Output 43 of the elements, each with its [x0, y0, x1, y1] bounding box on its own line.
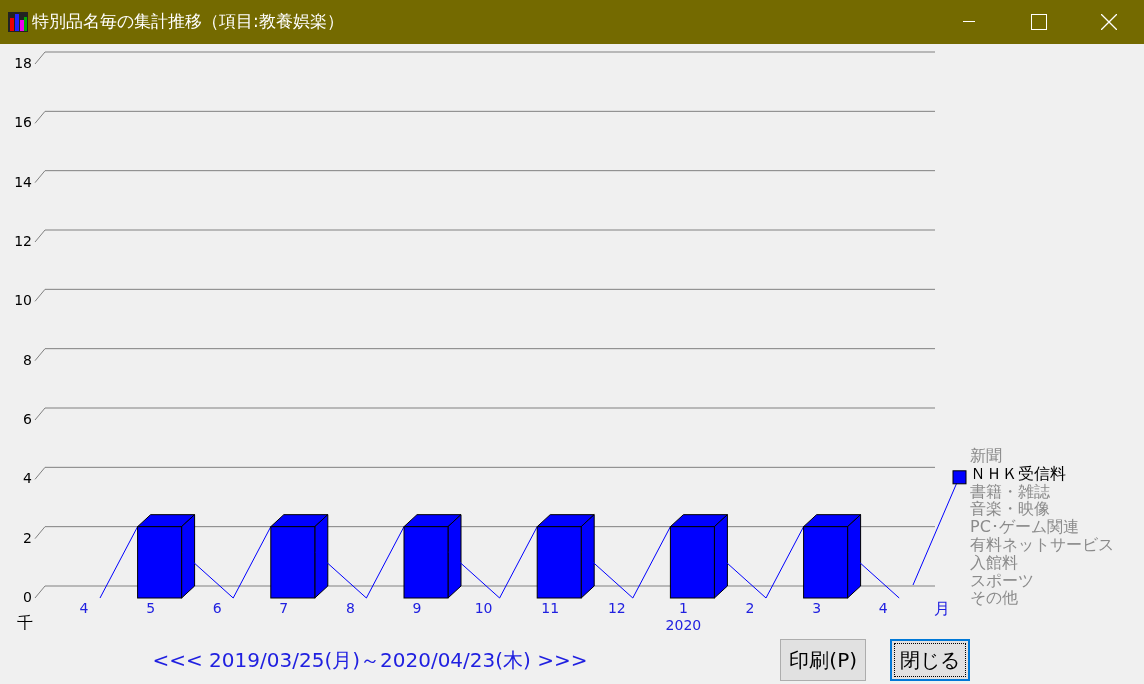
x-axis-label: 12 [607, 600, 626, 616]
x-axis-label: 9 [412, 600, 422, 616]
y-axis-label: 6 [23, 411, 32, 427]
y-axis-label: 18 [14, 55, 32, 71]
legend-item: ＮＨＫ受信料 [970, 463, 1066, 483]
legend-item: 書籍・雑誌 [970, 481, 1050, 501]
x-axis-label: 1 [678, 600, 688, 616]
x-axis-label: 8 [345, 600, 355, 616]
legend-item: PC･ゲーム関連 [970, 517, 1079, 537]
legend-item: 新聞 [970, 446, 1002, 465]
x-axis-label: 6 [212, 600, 222, 616]
close-dialog-button[interactable]: 閉じる [890, 639, 970, 681]
y-axis-label: 12 [14, 233, 32, 249]
x-axis-label: 5 [146, 600, 156, 616]
chart-app-icon [8, 12, 28, 32]
y-axis-label: 16 [14, 114, 32, 131]
print-button[interactable]: 印刷(P) [780, 639, 866, 681]
y-axis-label: 4 [23, 470, 32, 487]
x-axis-label: 3 [812, 600, 822, 616]
close-icon [1101, 14, 1117, 30]
legend-item: 有料ネットサービス [970, 535, 1114, 554]
x-unit-label: 月 [934, 599, 950, 618]
legend-item: 音楽・映像 [970, 499, 1050, 519]
window-title: 特別品名毎の集計推移（項目:教養娯楽） [32, 10, 344, 34]
year-label: 2020 [665, 617, 702, 633]
y-axis-label: 10 [14, 292, 32, 309]
x-axis-label: 11 [541, 600, 560, 616]
x-axis-label: 2 [745, 600, 755, 616]
minimize-icon [963, 21, 975, 23]
unit-label: 千 [17, 613, 33, 632]
x-axis-label: 4 [79, 600, 89, 616]
y-axis-label: 2 [23, 529, 32, 546]
legend-item: その他 [970, 588, 1018, 608]
y-axis-label: 14 [14, 173, 32, 190]
maximize-icon [1031, 14, 1047, 30]
x-axis-label: 4 [878, 600, 888, 616]
x-axis-label: 10 [474, 600, 493, 616]
date-range-navigator[interactable]: <<< 2019/03/25(月)～2020/04/23(木) >>> [0, 645, 740, 675]
x-axis-label: 7 [279, 600, 289, 616]
y-axis-label: 8 [23, 351, 32, 368]
legend-item: スポーツ [970, 570, 1034, 590]
y-axis-label: 0 [23, 589, 32, 605]
legend-item: 入館料 [970, 552, 1018, 572]
